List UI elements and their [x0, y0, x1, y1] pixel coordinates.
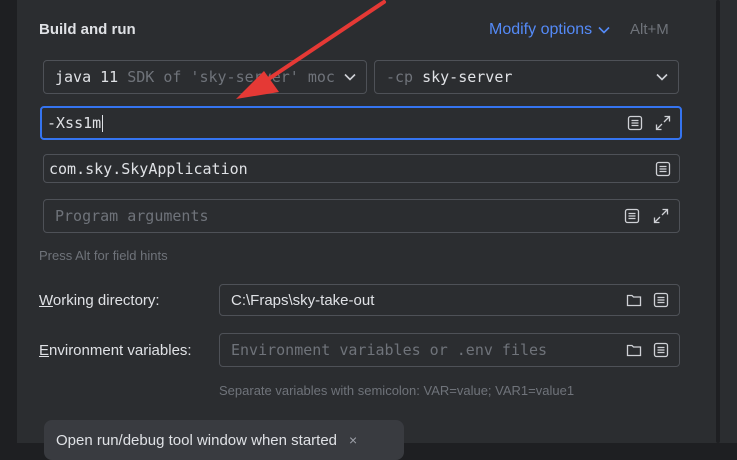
- label-text: nvironment variables:: [49, 342, 192, 359]
- text-cursor: [102, 114, 104, 132]
- mnemonic: E: [39, 342, 50, 359]
- field-hint: Press Alt for field hints: [39, 248, 168, 263]
- environment-variables-placeholder: Environment variables or .env files: [231, 341, 548, 359]
- close-icon[interactable]: ×: [349, 432, 357, 448]
- jdk-select[interactable]: java 11 SDK of 'sky-server' moc: [43, 60, 367, 94]
- environment-variables-label: Environment variables:: [39, 342, 192, 359]
- modify-options-link[interactable]: Modify options: [489, 21, 610, 39]
- classpath-prefix: -cp: [386, 68, 414, 86]
- notes-icon[interactable]: [652, 291, 670, 309]
- environment-variables-field[interactable]: Environment variables or .env files: [219, 333, 680, 367]
- notes-icon[interactable]: [623, 207, 641, 225]
- vm-options-field[interactable]: -Xss1m: [40, 106, 682, 140]
- jdk-value: java 11: [55, 68, 119, 86]
- chevron-down-icon: [344, 73, 356, 81]
- main-class-value: com.sky.SkyApplication: [49, 159, 248, 178]
- scrollbar-thumb[interactable]: [716, 0, 720, 443]
- program-arguments-placeholder: Program arguments: [55, 207, 209, 225]
- mnemonic: W: [39, 292, 53, 309]
- notes-icon[interactable]: [652, 341, 670, 359]
- chevron-down-icon: [598, 26, 610, 34]
- label-text: orking directory:: [52, 292, 160, 309]
- folder-icon[interactable]: [625, 341, 643, 359]
- notes-icon[interactable]: [654, 160, 672, 178]
- chevron-down-icon: [656, 73, 668, 81]
- jdk-hint: SDK of 'sky-server' moc: [127, 68, 335, 86]
- notes-icon[interactable]: [626, 114, 644, 132]
- chip-label: Open run/debug tool window when started: [56, 431, 338, 449]
- working-directory-field[interactable]: C:\Fraps\sky-take-out: [219, 284, 680, 316]
- working-directory-value: C:\Fraps\sky-take-out: [231, 291, 375, 309]
- environment-variables-hint: Separate variables with semicolon: VAR=v…: [219, 383, 575, 398]
- main-class-field[interactable]: com.sky.SkyApplication: [43, 154, 680, 183]
- classpath-select[interactable]: -cp sky-server: [374, 60, 679, 94]
- modify-shortcut: Alt+M: [630, 21, 669, 38]
- modify-options-label: Modify options: [489, 21, 593, 38]
- section-title: Build and run: [39, 21, 136, 38]
- folder-icon[interactable]: [625, 291, 643, 309]
- open-tool-window-chip[interactable]: Open run/debug tool window when started …: [44, 420, 404, 460]
- scrollbar-track: [689, 0, 737, 443]
- classpath-value: sky-server: [422, 68, 513, 86]
- expand-icon[interactable]: [652, 207, 670, 225]
- left-strip: [0, 0, 17, 443]
- vm-options-value: -Xss1m: [47, 114, 102, 132]
- expand-icon[interactable]: [654, 114, 672, 132]
- program-arguments-field[interactable]: Program arguments: [43, 199, 680, 233]
- working-directory-label: Working directory:: [39, 292, 160, 309]
